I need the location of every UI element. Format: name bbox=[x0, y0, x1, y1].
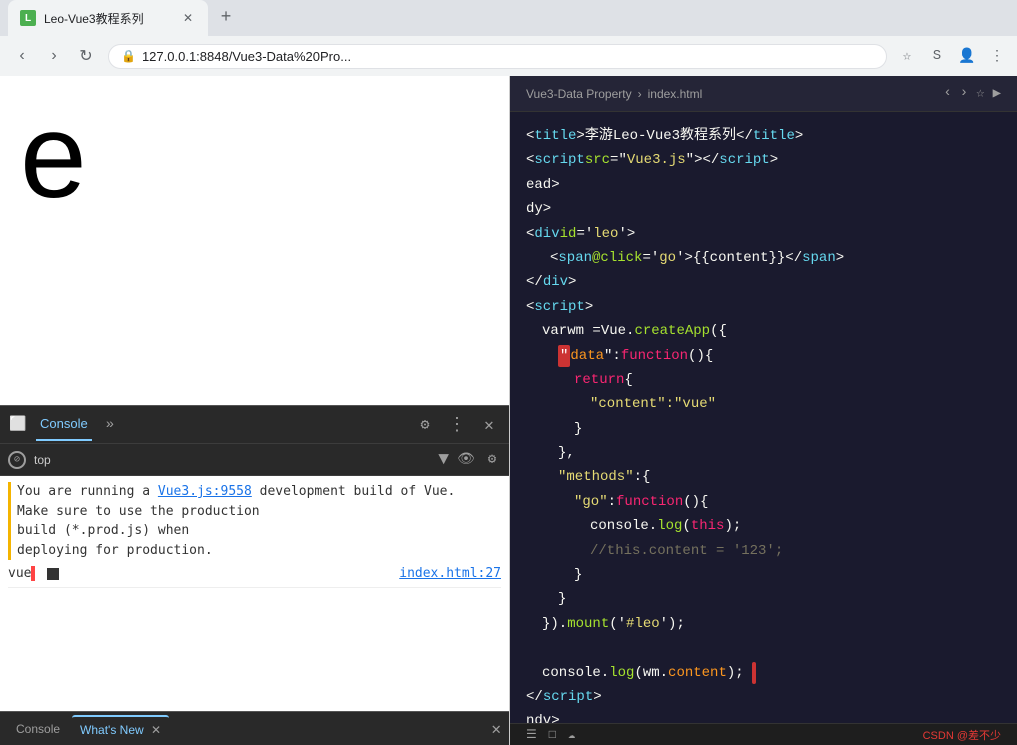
secure-icon: 🔒 bbox=[121, 49, 136, 63]
page-content-letter: e bbox=[20, 96, 87, 216]
status-icon-2[interactable]: □ bbox=[549, 728, 556, 742]
code-nav-back-icon[interactable]: ‹ bbox=[943, 85, 951, 102]
devtools-panel: ⬜ Console » ⚙ ⋮ ✕ ⊘ ▼ 👁 ⚙ You are runnin… bbox=[0, 405, 509, 745]
code-line: </div> bbox=[510, 270, 1017, 294]
code-line: "content":"vue" bbox=[510, 392, 1017, 416]
breadcrumb-folder: Vue3-Data Property bbox=[526, 87, 632, 101]
nav-buttons: ‹ › ↻ bbox=[8, 42, 100, 70]
extension-icon[interactable]: S bbox=[925, 44, 949, 68]
toolbar-icons: ☆ S 👤 ⋮ bbox=[895, 44, 1009, 68]
code-line: } bbox=[510, 417, 1017, 441]
code-line: }, bbox=[510, 441, 1017, 465]
code-top-bar: Vue3-Data Property › index.html ‹ › ☆ ▶ bbox=[510, 76, 1017, 112]
code-line: var wm = Vue.createApp({ bbox=[510, 319, 1017, 343]
console-output: You are running a Vue3.js:9558 developme… bbox=[0, 476, 509, 711]
back-button[interactable]: ‹ bbox=[8, 42, 36, 70]
bookmark-icon[interactable]: ☆ bbox=[895, 44, 919, 68]
browser-page: e bbox=[0, 76, 509, 405]
url-box[interactable]: 🔒 127.0.0.1:8848/Vue3-Data%20Pro... bbox=[108, 44, 887, 69]
right-panel: Vue3-Data Property › index.html ‹ › ☆ ▶ … bbox=[510, 76, 1017, 745]
left-panel: e ⬜ Console » ⚙ ⋮ ✕ ⊘ ▼ 👁 ⚙ bbox=[0, 76, 510, 745]
code-line: </script> bbox=[510, 685, 1017, 709]
bottom-panel-close-button[interactable]: ✕ bbox=[491, 719, 501, 739]
more-tabs-button[interactable]: » bbox=[100, 413, 120, 437]
main-area: e ⬜ Console » ⚙ ⋮ ✕ ⊘ ▼ 👁 ⚙ bbox=[0, 76, 1017, 745]
forward-button[interactable]: › bbox=[40, 42, 68, 70]
tab-close-button[interactable]: ✕ bbox=[180, 10, 196, 26]
console-bottom-tab[interactable]: Console bbox=[8, 716, 68, 742]
browser-chrome: L Leo-Vue3教程系列 ✕ + ‹ › ↻ 🔒 127.0.0.1:884… bbox=[0, 0, 1017, 76]
highlight-content bbox=[752, 662, 756, 684]
console-source-link[interactable]: index.html:27 bbox=[399, 566, 501, 581]
whats-new-tab-label: What's New bbox=[80, 723, 144, 737]
console-value-row: vue index.html:27 bbox=[8, 564, 501, 583]
code-line: }).mount('#leo'); bbox=[510, 612, 1017, 636]
code-line: } bbox=[510, 587, 1017, 611]
status-icons: ☰ □ ☁ bbox=[526, 727, 575, 742]
console-highlight-1 bbox=[31, 566, 35, 581]
code-line: } bbox=[510, 563, 1017, 587]
breadcrumb-file: index.html bbox=[648, 87, 703, 101]
whats-new-tab-close[interactable]: ✕ bbox=[151, 723, 161, 737]
code-line: <title>李游Leo-Vue3教程系列</title> bbox=[510, 124, 1017, 148]
active-tab[interactable]: L Leo-Vue3教程系列 ✕ bbox=[8, 0, 208, 36]
tab-title: Leo-Vue3教程系列 bbox=[44, 10, 144, 27]
status-bar: ☰ □ ☁ CSDN @差不少 bbox=[510, 723, 1017, 745]
code-line: //this.content = '123'; bbox=[510, 539, 1017, 563]
devtools-bottom-tabs: Console What's New ✕ ✕ bbox=[0, 711, 509, 745]
code-nav-forward-icon[interactable]: › bbox=[960, 85, 968, 102]
code-line: <script src="Vue3.js"></script> bbox=[510, 148, 1017, 172]
url-text: 127.0.0.1:8848/Vue3-Data%20Pro... bbox=[142, 49, 351, 64]
tab-favicon: L bbox=[20, 10, 36, 26]
tab-bar: L Leo-Vue3教程系列 ✕ + bbox=[0, 0, 1017, 36]
devtools-inspector-icon[interactable]: ⬜ bbox=[8, 415, 28, 435]
code-line: "methods":{ bbox=[510, 465, 1017, 489]
devtools-close-button[interactable]: ✕ bbox=[477, 413, 501, 437]
warning-link[interactable]: Vue3.js:9558 bbox=[158, 484, 252, 499]
filter-dropdown-icon[interactable]: ▼ bbox=[438, 450, 449, 470]
code-line: <div id='leo'> bbox=[510, 222, 1017, 246]
breadcrumb: Vue3-Data Property › index.html bbox=[526, 87, 702, 101]
brand-label: CSDN @差不少 bbox=[923, 727, 1001, 743]
code-play-icon[interactable]: ▶ bbox=[993, 85, 1001, 102]
clear-console-button[interactable]: ⊘ bbox=[8, 451, 26, 469]
console-divider bbox=[8, 587, 501, 588]
code-line: "go":function(){ bbox=[510, 490, 1017, 514]
devtools-top-bar: ⬜ Console » ⚙ ⋮ ✕ bbox=[0, 406, 509, 444]
warning-text-before: You are running a bbox=[17, 484, 158, 499]
code-line: <script> bbox=[510, 295, 1017, 319]
console-output-value: vue bbox=[8, 566, 35, 581]
devtools-settings-icon[interactable]: ⚙ bbox=[413, 413, 437, 437]
profile-icon[interactable]: 👤 bbox=[955, 44, 979, 68]
code-line: ndv> bbox=[510, 709, 1017, 723]
new-tab-button[interactable]: + bbox=[212, 4, 240, 32]
menu-icon[interactable]: ⋮ bbox=[985, 44, 1009, 68]
filter-settings-icon[interactable]: ⚙ bbox=[483, 451, 501, 469]
code-line: dy> bbox=[510, 197, 1017, 221]
refresh-button[interactable]: ↻ bbox=[72, 42, 100, 70]
address-bar: ‹ › ↻ 🔒 127.0.0.1:8848/Vue3-Data%20Pro..… bbox=[0, 36, 1017, 76]
code-line: "data":function(){ bbox=[510, 344, 1017, 368]
code-nav-icons: ‹ › ☆ ▶ bbox=[943, 85, 1001, 102]
code-line bbox=[510, 636, 1017, 660]
code-line: <span @click='go'>{{content}}</span> bbox=[510, 246, 1017, 270]
console-filter-input[interactable] bbox=[34, 453, 430, 467]
devtools-more-options-icon[interactable]: ⋮ bbox=[445, 413, 469, 437]
status-icon-1[interactable]: ☰ bbox=[526, 727, 537, 742]
code-editor: <title>李游Leo-Vue3教程系列</title> <script sr… bbox=[510, 112, 1017, 723]
code-line: console.log(wm.content); bbox=[510, 661, 1017, 685]
cursor-icon bbox=[47, 568, 59, 580]
code-bookmark-icon[interactable]: ☆ bbox=[976, 85, 984, 102]
code-line: console.log(this); bbox=[510, 514, 1017, 538]
filter-eye-icon[interactable]: 👁 bbox=[457, 451, 475, 469]
devtools-filter-bar: ⊘ ▼ 👁 ⚙ bbox=[0, 444, 509, 476]
highlight-data: " bbox=[558, 345, 570, 367]
console-warning-message: You are running a Vue3.js:9558 developme… bbox=[8, 482, 501, 560]
code-line: return { bbox=[510, 368, 1017, 392]
status-icon-3[interactable]: ☁ bbox=[568, 727, 575, 742]
whats-new-tab[interactable]: What's New ✕ bbox=[72, 715, 169, 743]
console-tab[interactable]: Console bbox=[36, 408, 92, 441]
code-line: ead> bbox=[510, 173, 1017, 197]
